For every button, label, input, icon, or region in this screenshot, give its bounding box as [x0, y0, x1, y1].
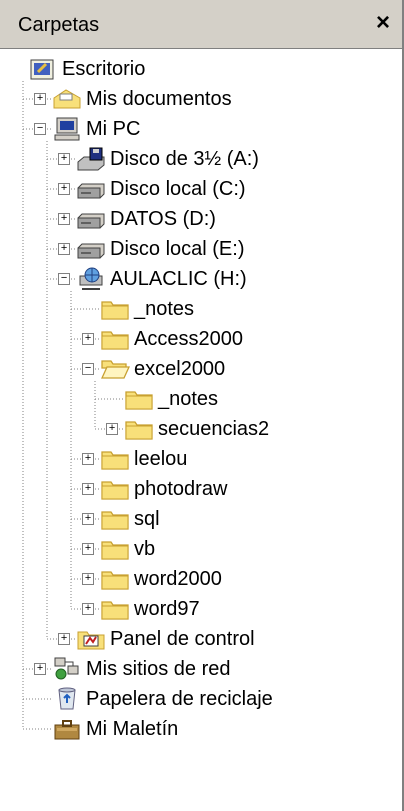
collapse-icon[interactable]: − [82, 363, 94, 375]
tree-item-leelou[interactable]: + leelou [0, 444, 400, 474]
expand-icon[interactable]: + [82, 573, 94, 585]
expand-icon[interactable]: + [82, 333, 94, 345]
tree-item-label: word2000 [134, 568, 222, 590]
recycle-bin-icon [52, 686, 82, 712]
tree-item-label: Disco de 3½ (A:) [110, 148, 259, 170]
expand-icon[interactable]: + [58, 213, 70, 225]
my-documents-icon [52, 86, 82, 112]
tree-item-label: Mis documentos [86, 88, 232, 110]
expand-icon[interactable]: + [58, 243, 70, 255]
folder-icon [124, 416, 154, 442]
tree-item-label: word97 [134, 598, 200, 620]
tree-item-escritorio[interactable]: Escritorio [0, 54, 400, 84]
tree-item-sql[interactable]: + sql [0, 504, 400, 534]
tree-item-papelera[interactable]: Papelera de reciclaje [0, 684, 400, 714]
tree-item-access2000[interactable]: + Access2000 [0, 324, 400, 354]
expand-icon[interactable]: + [82, 603, 94, 615]
tree-item-excel2000[interactable]: − excel2000 [0, 354, 400, 384]
hard-drive-icon [76, 176, 106, 202]
tree-item-label: excel2000 [134, 358, 226, 380]
tree-item-mis-documentos[interactable]: + Mis documentos [0, 84, 400, 114]
hard-drive-icon [76, 206, 106, 232]
tree-item-label: Mis sitios de red [86, 658, 231, 680]
tree-item-label: Disco local (C:) [110, 178, 246, 200]
expand-icon[interactable]: + [82, 513, 94, 525]
folder-icon [100, 296, 130, 322]
tree-item-vb[interactable]: + vb [0, 534, 400, 564]
close-button[interactable]: × [370, 10, 396, 36]
tree-item-word97[interactable]: + word97 [0, 594, 400, 624]
tree-item-label: _notes [134, 298, 195, 320]
tree-item-label: vb [134, 538, 156, 560]
folders-panel: Carpetas × Escritorio + Mis documentos − Mi … [0, 0, 404, 811]
expand-icon[interactable]: + [82, 453, 94, 465]
expand-icon[interactable]: + [58, 633, 70, 645]
collapse-icon[interactable]: − [58, 273, 70, 285]
tree-item-label: Mi Maletín [86, 718, 179, 740]
network-drive-icon [76, 266, 106, 292]
expand-icon[interactable]: + [34, 93, 46, 105]
desktop-icon [28, 56, 58, 82]
tree-item-label: DATOS (D:) [110, 208, 216, 230]
folder-icon [100, 476, 130, 502]
tree-item-label: Papelera de reciclaje [86, 688, 273, 710]
folder-tree: Escritorio + Mis documentos − Mi PC + Disco de… [0, 50, 402, 811]
tree-item-panel-control[interactable]: + Panel de control [0, 624, 400, 654]
tree-item-label: secuencias2 [158, 418, 270, 440]
tree-item-mi-pc[interactable]: − Mi PC [0, 114, 400, 144]
tree-item-label: leelou [134, 448, 188, 470]
expand-icon[interactable]: + [82, 543, 94, 555]
tree-item-label: _notes [158, 388, 219, 410]
tree-item-label: photodraw [134, 478, 228, 500]
tree-item-label: Access2000 [134, 328, 243, 350]
panel-title: Carpetas [18, 14, 100, 36]
briefcase-icon [52, 716, 82, 742]
panel-header: Carpetas × [0, 0, 402, 49]
tree-item-photodraw[interactable]: + photodraw [0, 474, 400, 504]
tree-item-maletin[interactable]: Mi Maletín [0, 714, 400, 744]
tree-item-disco-c[interactable]: + Disco local (C:) [0, 174, 400, 204]
tree-item-label: Escritorio [62, 58, 146, 80]
expand-icon[interactable]: + [106, 423, 118, 435]
expand-icon[interactable]: + [58, 153, 70, 165]
tree-item-label: sql [134, 508, 160, 530]
network-places-icon [52, 656, 82, 682]
tree-item-label: Panel de control [110, 628, 255, 650]
tree-item-disco-e[interactable]: + Disco local (E:) [0, 234, 400, 264]
folder-icon [100, 536, 130, 562]
tree-item-disco-a[interactable]: + Disco de 3½ (A:) [0, 144, 400, 174]
folder-icon [100, 596, 130, 622]
hard-drive-icon [76, 236, 106, 262]
folder-icon [100, 326, 130, 352]
expand-icon[interactable]: + [58, 183, 70, 195]
control-panel-icon [76, 626, 106, 652]
tree-item-datos-d[interactable]: + DATOS (D:) [0, 204, 400, 234]
tree-item-label: Mi PC [86, 118, 141, 140]
tree-item-label: Disco local (E:) [110, 238, 245, 260]
tree-item-sitios-red[interactable]: + Mis sitios de red [0, 654, 400, 684]
tree-item-secuencias2[interactable]: + secuencias2 [0, 414, 400, 444]
tree-item-aulaclic-h[interactable]: − AULACLIC (H:) [0, 264, 400, 294]
folder-icon [124, 386, 154, 412]
tree-item-word2000[interactable]: + word2000 [0, 564, 400, 594]
tree-item-notes[interactable]: _notes [0, 294, 400, 324]
expand-icon[interactable]: + [82, 483, 94, 495]
collapse-icon[interactable]: − [34, 123, 46, 135]
folder-icon [100, 506, 130, 532]
floppy-drive-icon [76, 146, 106, 172]
folder-icon [100, 566, 130, 592]
folder-icon [100, 446, 130, 472]
tree-item-label: AULACLIC (H:) [110, 268, 247, 290]
expand-icon[interactable]: + [34, 663, 46, 675]
computer-icon [52, 116, 82, 142]
folder-open-icon [100, 356, 131, 382]
tree-item-excel-notes[interactable]: _notes [0, 384, 400, 414]
